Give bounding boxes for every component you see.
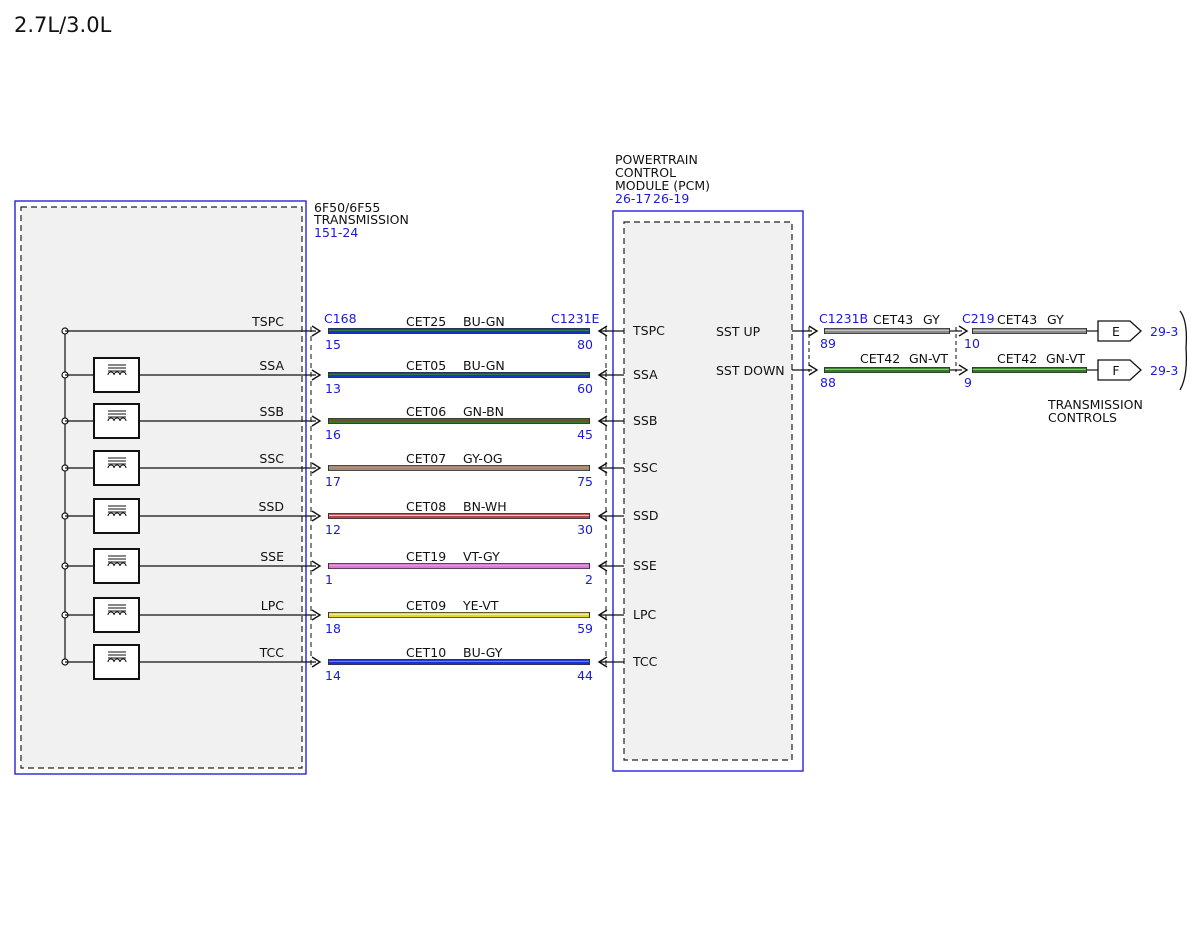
off-page-arrow-label: F — [1112, 363, 1119, 378]
pin-out-b: 9 — [964, 375, 972, 390]
bracket — [1179, 310, 1188, 391]
pin-out-a: 89 — [820, 336, 836, 351]
circuit-id: CET08 — [406, 499, 446, 514]
circuit-id: CET06 — [406, 404, 446, 419]
pcm-pin-label: SSE — [633, 558, 657, 573]
pin-right: 44 — [577, 668, 593, 683]
pin-out-b: 10 — [964, 336, 980, 351]
page-title: 2.7L/3.0L — [14, 13, 112, 37]
transmission-pin-label: SSB — [260, 404, 284, 419]
solenoid-icon — [93, 403, 140, 439]
transmission-ref[interactable]: 151-24 — [314, 225, 358, 240]
pcm-ref-2[interactable]: 26-19 — [653, 191, 689, 206]
pin-left: 13 — [325, 381, 341, 396]
wire-color-code: GN-BN — [463, 404, 504, 419]
pin-right: 2 — [585, 572, 593, 587]
pcm-pin-label: SSA — [633, 367, 658, 382]
pin-out-a: 88 — [820, 375, 836, 390]
transmission-pin-label: TCC — [259, 645, 285, 660]
pcm-pin-label: TSPC — [632, 323, 665, 338]
pcm-ref-1[interactable]: 26-17 — [615, 191, 651, 206]
pin-right: 60 — [577, 381, 593, 396]
pin-right: 75 — [577, 474, 593, 489]
pin-right: 59 — [577, 621, 593, 636]
wire-color-code: GY-OG — [463, 451, 503, 466]
solenoid-icon — [93, 644, 140, 680]
solenoid-icon — [93, 548, 140, 584]
pin-left: 1 — [325, 572, 333, 587]
transmission-pin-label: SSC — [259, 451, 284, 466]
pcm-inner-box — [623, 221, 793, 761]
pin-left: 15 — [325, 337, 341, 352]
wire-color-code: BU-GN — [463, 358, 505, 373]
connector-c1231b-label[interactable]: C1231B — [819, 311, 868, 326]
pcm-pin-label: LPC — [633, 607, 657, 622]
solenoid-icon — [93, 357, 140, 393]
circuit-id: CET09 — [406, 598, 446, 613]
wire-color-code: VT-GY — [463, 549, 500, 564]
wire-color-code: GY — [923, 312, 940, 327]
pin-right: 45 — [577, 427, 593, 442]
pin-left: 18 — [325, 621, 341, 636]
transmission-pin-label: SSA — [259, 358, 284, 373]
transmission-pin-label: TSPC — [251, 314, 284, 329]
solenoid-icon — [93, 597, 140, 633]
wiring-diagram: 2.7L/3.0L 6F50/6F55 TRANSMISSION 151-24 … — [14, 13, 1188, 775]
transmission-pin-label: SSD — [259, 499, 285, 514]
solenoid-icon — [93, 450, 140, 486]
page-ref-link[interactable]: 29-3 — [1150, 363, 1178, 378]
circuit-id: CET43 — [873, 312, 913, 327]
connector-c168-label[interactable]: C168 — [324, 311, 357, 326]
off-page-arrow-label: E — [1112, 324, 1120, 339]
pin-left: 12 — [325, 522, 341, 537]
circuit-id: CET10 — [406, 645, 446, 660]
pin-right: 80 — [577, 337, 593, 352]
pin-left: 16 — [325, 427, 341, 442]
pin-left: 17 — [325, 474, 341, 489]
connector-c1231e-label[interactable]: C1231E — [551, 311, 600, 326]
destination-line-2: CONTROLS — [1048, 410, 1117, 425]
pcm-pin-label: SSD — [633, 508, 659, 523]
transmission-inner-box — [20, 206, 303, 769]
circuit-id: CET42 — [860, 351, 900, 366]
circuit-id: CET07 — [406, 451, 446, 466]
circuit-id: CET43 — [997, 312, 1037, 327]
pcm-pin-label: SSC — [633, 460, 658, 475]
transmission-pin-label: LPC — [261, 598, 285, 613]
solenoid-icon — [93, 498, 140, 534]
wire-color-code: GN-VT — [1046, 351, 1085, 366]
circuit-id: CET42 — [997, 351, 1037, 366]
circuit-id: CET19 — [406, 549, 446, 564]
transmission-pin-label: SSE — [260, 549, 284, 564]
pcm-pin-label: SSB — [633, 413, 657, 428]
wire-color-code: BU-GN — [463, 314, 505, 329]
page-ref-link[interactable]: 29-3 — [1150, 324, 1178, 339]
wire-color-code: YE-VT — [462, 598, 499, 613]
circuit-id: CET05 — [406, 358, 446, 373]
connector-c219-label[interactable]: C219 — [962, 311, 995, 326]
circuit-id: CET25 — [406, 314, 446, 329]
wire-color-code: GY — [1047, 312, 1064, 327]
pcm-pin-label: TCC — [632, 654, 658, 669]
pin-right: 30 — [577, 522, 593, 537]
wire-color-code: BU-GY — [463, 645, 503, 660]
pin-left: 14 — [325, 668, 341, 683]
wire-color-code: BN-WH — [463, 499, 507, 514]
pcm-output-label: SST DOWN — [716, 363, 785, 378]
pcm-output-label: SST UP — [716, 324, 761, 339]
wire-color-code: GN-VT — [909, 351, 948, 366]
